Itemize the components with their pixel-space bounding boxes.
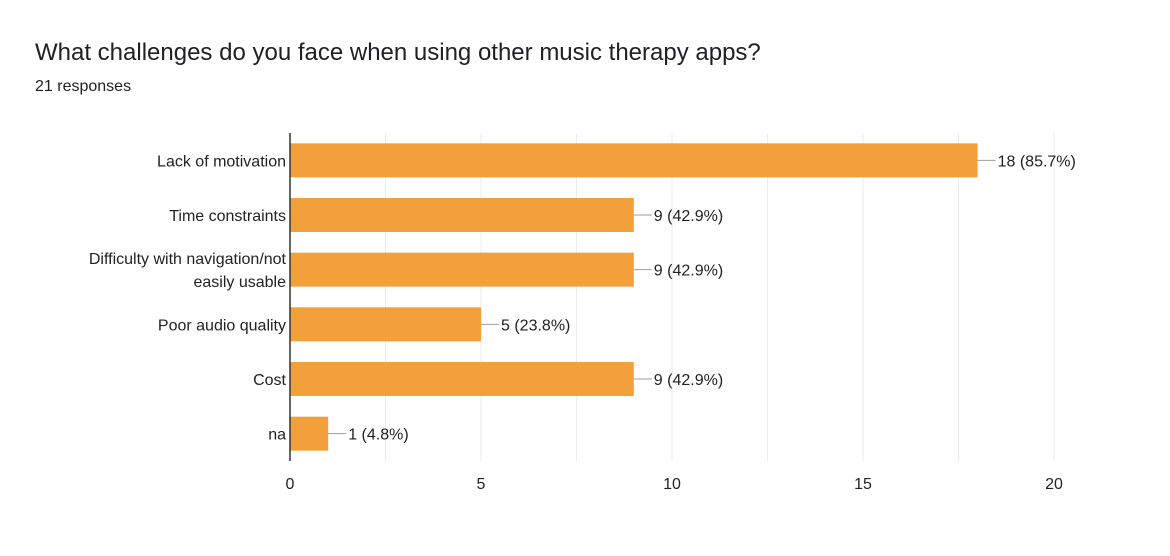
x-tick-label: 20 [1045, 476, 1063, 493]
x-tick-label: 15 [854, 476, 872, 493]
bar [290, 362, 634, 396]
bar [290, 143, 978, 178]
category-label: Lack of motivation [157, 153, 286, 170]
x-tick-label: 0 [286, 476, 295, 493]
data-label: 5 (23.8%) [501, 317, 570, 334]
bar [290, 198, 634, 232]
x-axis-ticks: 0 5 10 15 20 [286, 476, 1063, 493]
bar [290, 416, 329, 451]
data-label: 1 (4.8%) [348, 427, 408, 444]
data-label: 9 (42.9%) [654, 372, 723, 389]
category-label: Time constraints [169, 208, 286, 225]
category-label: na [268, 427, 286, 444]
data-label: 9 (42.9%) [654, 263, 723, 280]
bars [290, 143, 978, 451]
bar-chart: 18 (85.7%) 9 (42.9%) 9 (42.9%) 5 (23.8%) 9 (… [89, 133, 1076, 493]
x-tick-label: 5 [477, 476, 486, 493]
data-labels: 18 (85.7%) 9 (42.9%) 9 (42.9%) 5 (23.8%) 9 (… [328, 153, 1076, 444]
category-labels: Lack of motivation Time constraints Diffic… [89, 153, 287, 443]
category-label: Poor audio quality [158, 317, 286, 334]
data-label: 9 (42.9%) [654, 208, 723, 225]
category-label: Cost [253, 372, 286, 389]
data-label: 18 (85.7%) [998, 153, 1076, 170]
category-label: Difficulty with navigation/not easily usa… [89, 251, 287, 291]
grid-lines [385, 133, 1055, 461]
bar [290, 252, 634, 287]
bar [290, 307, 481, 342]
x-tick-label: 10 [663, 476, 681, 493]
